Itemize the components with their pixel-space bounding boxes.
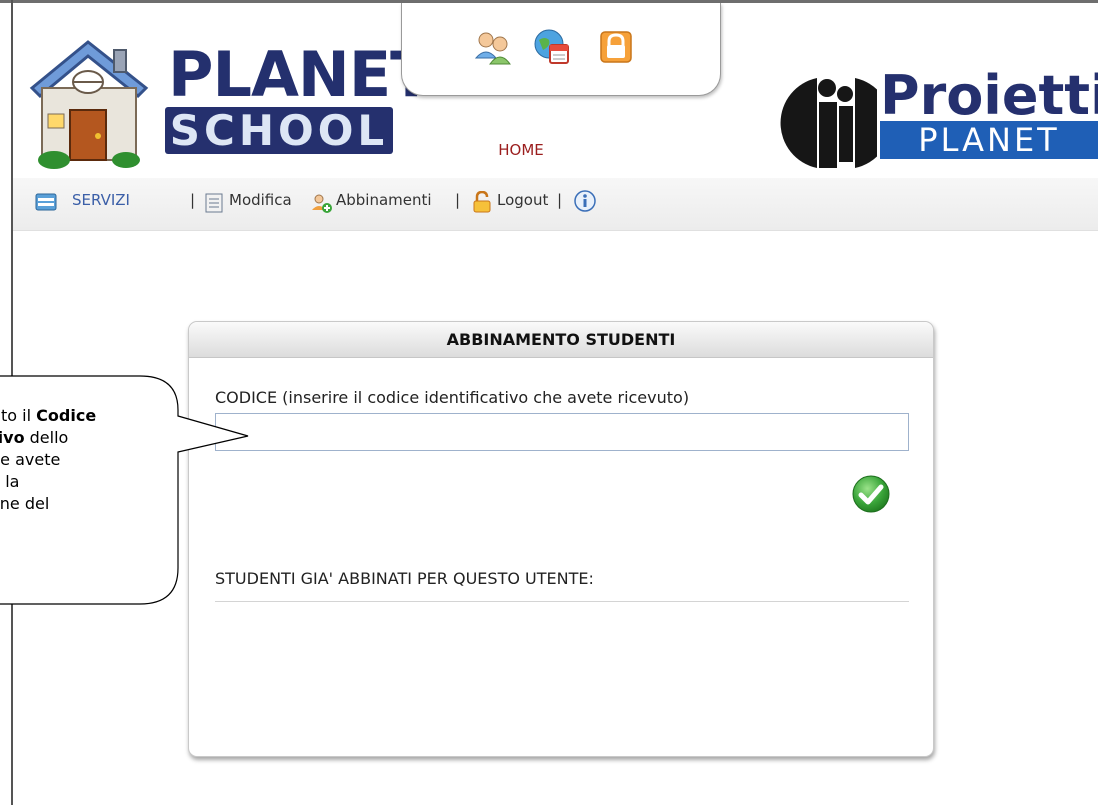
panel-header: ABBINAMENTO STUDENTI	[189, 322, 933, 358]
info-icon[interactable]	[574, 190, 596, 212]
calendar-globe-icon[interactable]	[533, 28, 571, 66]
callout-balloon	[0, 375, 249, 605]
lock-icon[interactable]	[597, 28, 635, 66]
brand-name: Proietti	[880, 64, 1098, 127]
logout-link[interactable]: Logout	[497, 191, 548, 209]
abbinamento-panel: ABBINAMENTO STUDENTI CODICE (inserire il…	[188, 321, 934, 757]
callout-line1-pre: rito il	[0, 406, 32, 425]
callout-line2-bold: tivo	[0, 428, 25, 447]
users-add-icon[interactable]	[311, 192, 333, 214]
toolbar-separator: |	[455, 191, 461, 209]
associated-students-label: STUDENTI GIA' ABBINATI PER QUESTO UTENTE…	[215, 569, 594, 588]
abbinamenti-link[interactable]: Abbinamenti	[336, 191, 432, 209]
brand-planet-bar: PLANET	[880, 121, 1098, 159]
callout-line3: he avete	[0, 450, 61, 469]
confirm-button[interactable]	[851, 474, 891, 514]
home-link[interactable]: HOME	[461, 141, 581, 159]
proietti-logo-icon	[780, 78, 877, 168]
callout-text: rito il Codice tivo dello he avete n la …	[0, 405, 190, 515]
lock-open-icon[interactable]	[471, 191, 493, 213]
callout-line2-post: dello	[24, 428, 69, 447]
panel-title: ABBINAMENTO STUDENTI	[446, 330, 676, 349]
users-icon[interactable]	[474, 28, 512, 66]
callout-line4: n la	[0, 472, 20, 491]
code-input[interactable]	[215, 413, 909, 451]
brand-sub: PLANET	[918, 121, 1060, 159]
code-label: CODICE (inserire il codice identificativ…	[215, 388, 690, 407]
callout-line5: one del	[0, 494, 50, 513]
callout-line1-bold: Codice	[36, 406, 97, 425]
associated-divider	[215, 601, 909, 602]
toolbar-separator: |	[557, 191, 563, 209]
